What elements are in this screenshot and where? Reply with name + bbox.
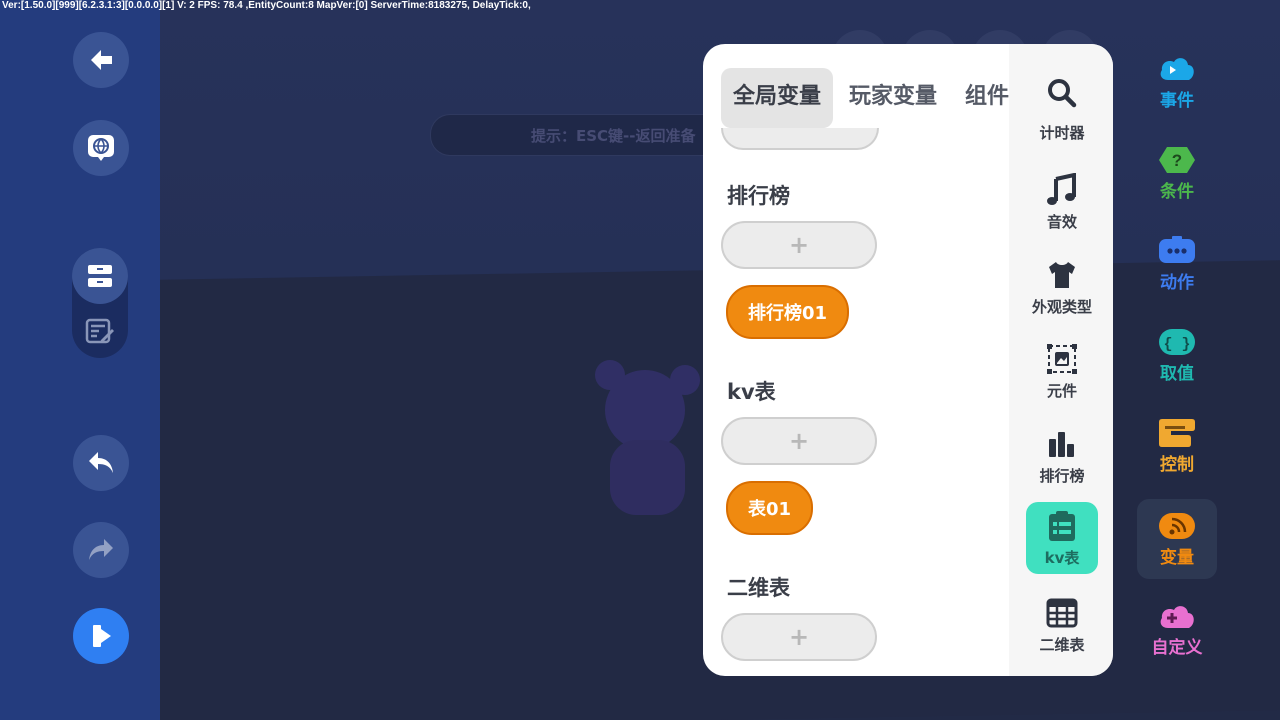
bar-chart-icon [1049,431,1074,457]
control-bracket-icon [1159,418,1195,447]
category-label: 排行榜 [1039,466,1085,485]
music-note-icon [1047,172,1076,205]
block-category-condition[interactable]: ? 条件 [1137,133,1217,213]
braces-icon: { } [1159,328,1195,355]
edit-list-button[interactable] [72,304,128,358]
section-title-kv-table: kv表 [727,380,776,404]
category-label: 计时器 [1039,123,1085,142]
run-icon [93,625,111,647]
block-category-label: 变量 [1160,547,1194,568]
globe-card-icon [88,135,114,161]
block-category-label: 取值 [1160,363,1194,384]
svg-text:?: ? [1172,151,1182,170]
left-toolbar [0,0,160,720]
category-leaderboard[interactable]: 排行榜 [1026,420,1098,492]
redo-icon [89,539,113,560]
block-category-control[interactable]: 控制 [1137,406,1217,486]
tab-component-variables[interactable]: 组件变量 [953,68,1009,128]
undo-button[interactable] [73,435,129,491]
category-label: 音效 [1046,212,1077,231]
section-title-leaderboard: 排行榜 [727,184,790,208]
partial-add-button[interactable] [721,128,879,150]
table-grid-icon [1046,598,1078,627]
block-category-label: 自定义 [1151,637,1203,658]
category-label: 元件 [1046,381,1077,400]
category-label: 二维表 [1039,635,1085,654]
category-2d-table[interactable]: 二维表 [1026,589,1098,661]
block-category-action[interactable]: 动作 [1137,224,1217,304]
variable-block-leaderboard[interactable]: 排行榜01 [726,285,850,339]
category-kv-table[interactable]: kv表 [1026,502,1098,574]
block-category-value[interactable]: { } 取值 [1137,315,1217,395]
undo-icon [89,452,113,473]
category-label: 外观类型 [1031,297,1092,316]
svg-text:{ }: { } [1163,336,1190,353]
component-image-icon [1047,343,1077,374]
block-category-label: 条件 [1160,181,1194,202]
cards-button[interactable] [72,248,128,304]
map-settings-button[interactable] [73,120,129,176]
back-button[interactable] [73,32,129,88]
question-hex-icon: ? [1159,146,1195,173]
add-2d-table-button[interactable]: + [721,613,877,661]
category-component[interactable]: 元件 [1026,335,1098,407]
scene-hint-text: 提示：ESC键--返回准备 [531,127,696,145]
custom-plus-icon [1160,605,1194,628]
shirt-icon [1049,261,1075,288]
character-silhouette [595,360,705,520]
category-label: kv表 [1044,548,1080,567]
variable-tabs: 全局变量玩家变量组件变量 [721,68,1009,128]
tab-player-variables[interactable]: 玩家变量 [837,68,949,128]
tab-global-variables[interactable]: 全局变量 [721,68,834,128]
variable-block-kv-table[interactable]: 表01 [726,481,814,535]
category-timer[interactable]: 计时器 [1026,64,1098,154]
run-button[interactable] [73,608,129,664]
section-title-2d-table: 二维表 [727,576,790,600]
variable-feed-icon [1159,512,1195,539]
editor-mode-group [72,248,128,358]
redo-button[interactable] [73,522,129,578]
block-category-variable[interactable]: 变量 [1137,499,1217,579]
debug-info: Ver:[1.50.0][999][6.2.3.1:3][0.0.0.0][1]… [2,0,531,11]
add-kv-table-button[interactable]: + [721,417,877,465]
event-cloud-icon [1160,57,1194,80]
block-category-label: 控制 [1160,454,1194,475]
cards-icon [88,265,112,287]
add-leaderboard-button[interactable]: + [721,221,877,269]
variable-panel: 全局变量玩家变量组件变量 排行榜 + 排行榜01 kv表 + 表01 二维表 +… [703,44,1113,676]
block-category-label: 动作 [1160,272,1194,293]
clipboard-list-icon [1049,510,1075,541]
category-appearance[interactable]: 外观类型 [1026,251,1098,323]
block-category-custom[interactable]: 自定义 [1137,589,1217,669]
back-arrow-icon [91,50,112,70]
block-category-event[interactable]: 事件 [1137,42,1217,122]
category-sound[interactable]: 音效 [1026,166,1098,238]
block-category-label: 事件 [1160,90,1194,111]
search-icon [1048,78,1077,107]
edit-list-icon [85,318,114,344]
action-dots-icon [1159,235,1195,263]
